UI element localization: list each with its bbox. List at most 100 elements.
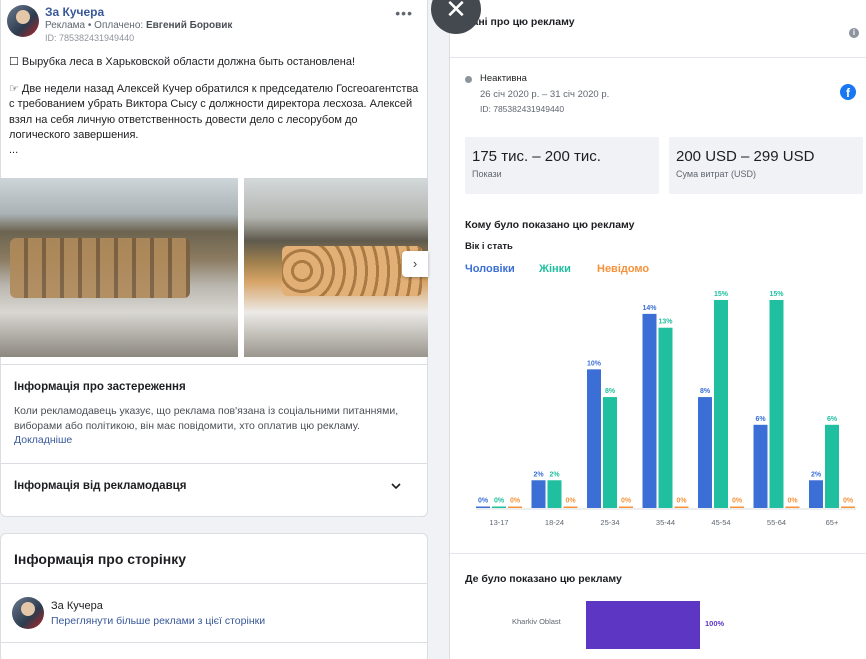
post-photo-1[interactable]	[0, 178, 238, 357]
bar-value-label: 0%	[621, 498, 632, 505]
x-tick-label: 35-44	[656, 518, 675, 527]
page-avatar[interactable]	[7, 5, 39, 37]
divider	[0, 642, 428, 643]
bar-unknown-18-24[interactable]	[563, 506, 578, 509]
disclaimer-body: Коли рекламодавець указує, що реклама по…	[14, 405, 399, 432]
bar-men-45-54[interactable]	[698, 397, 712, 508]
date-range: 26 січ 2020 р. – 31 січ 2020 р.	[480, 89, 610, 100]
bar-men-18-24[interactable]	[531, 480, 546, 508]
bar-women-13-17[interactable]	[492, 506, 506, 509]
age-gender-chart: 0% 0% 0% 13-17 2% 2% 0% 18-24 10% 8% 0% 25-34 14%13%…	[476, 291, 856, 527]
bar-men-13-17[interactable]	[476, 506, 490, 509]
sponsored-line: Реклама • Оплачено: Евгений Боровик	[45, 20, 232, 31]
carousel-next-icon[interactable]: ›	[402, 251, 428, 277]
x-tick-label: 13-17	[489, 518, 508, 527]
legend-women[interactable]: Жінки	[539, 263, 571, 275]
learn-more-link[interactable]: Докладніше	[14, 434, 72, 446]
bar-value-label: 2%	[533, 471, 544, 478]
age-gender-title: Вік і стать	[465, 241, 513, 252]
ad-id: ID: 785382431949440	[45, 33, 135, 43]
paid-by: Евгений Боровик	[145, 20, 233, 31]
bar-men-35-44[interactable]	[642, 313, 657, 508]
bar-unknown-25-34[interactable]	[619, 506, 633, 509]
impressions-value: 175 тис. – 200 тис.	[472, 148, 601, 165]
divider	[450, 553, 866, 554]
legend-men[interactable]: Чоловіки	[465, 263, 515, 275]
ad-library-view: За Кучера Реклама • Оплачено: Евгений Бо…	[0, 0, 866, 659]
bar-unknown-55-64[interactable]	[785, 506, 800, 509]
x-tick-label: 18-24	[545, 518, 564, 527]
page-name[interactable]: За Кучера	[51, 600, 103, 612]
x-tick-label: 25-34	[600, 518, 619, 527]
x-tick-label: 65+	[826, 518, 839, 527]
disclaimer-title: Інформація про застереження	[14, 381, 186, 393]
advertiser-info-toggle[interactable]: Інформація від рекламодавця	[14, 480, 186, 492]
sponsored-prefix: Реклама • Оплачено:	[45, 20, 144, 31]
left-column: За Кучера Реклама • Оплачено: Евгений Бо…	[0, 0, 428, 659]
status-dot-icon	[465, 76, 472, 83]
bar-value-label: 14%	[642, 305, 657, 312]
bar-value-label: 8%	[605, 388, 616, 395]
bar-women-55-64[interactable]	[769, 300, 784, 508]
bar-women-45-54[interactable]	[714, 300, 728, 508]
spend-value: 200 USD – 299 USD	[676, 148, 815, 165]
bar-value-label: 15%	[714, 291, 729, 298]
bar-men-65+[interactable]	[809, 480, 823, 508]
post-see-more[interactable]: ...	[9, 143, 419, 159]
chevron-down-icon[interactable]	[391, 481, 401, 491]
bar-unknown-13-17[interactable]	[508, 506, 522, 509]
bar-women-65+[interactable]	[825, 424, 839, 508]
post-photo-2[interactable]	[244, 178, 428, 357]
more-options-button[interactable]: •••	[395, 5, 413, 21]
impressions-label: Покази	[472, 169, 502, 179]
divider	[450, 57, 866, 58]
post-paragraph-2: ☞ Две недели назад Алексей Кучер обратил…	[9, 82, 419, 142]
facebook-icon: f	[840, 84, 856, 100]
see-more-ads-link[interactable]: Переглянути більше реклами з цієї сторін…	[51, 615, 265, 627]
bar-value-label: 0%	[732, 498, 743, 505]
bar-value-label: 0%	[510, 498, 521, 505]
x-tick-label: 45-54	[711, 518, 730, 527]
page-name-link[interactable]: За Кучера	[45, 5, 104, 19]
post-text: ☐ Вырубка леса в Харьковской области дол…	[9, 55, 419, 169]
info-icon[interactable]: i	[849, 28, 859, 38]
bar-value-label: 6%	[827, 416, 838, 423]
ad-id: ID: 785382431949440	[480, 104, 565, 114]
bar-value-label: 0%	[478, 498, 489, 505]
divider	[0, 583, 428, 584]
bar-women-18-24[interactable]	[547, 480, 562, 508]
bar-value-label: 0%	[565, 498, 576, 505]
bar-value-label: 15%	[769, 291, 784, 298]
panel-title: Дані про цю рекламу	[465, 16, 575, 28]
post-header: За Кучера Реклама • Оплачено: Евгений Бо…	[7, 5, 417, 45]
logs-pile-image	[282, 246, 422, 296]
bar-value-label: 0%	[843, 498, 854, 505]
region-label: Kharkiv Oblast	[512, 617, 561, 626]
logs-pile-image	[10, 238, 190, 298]
bar-value-label: 0%	[787, 498, 798, 505]
legend-unknown[interactable]: Невідомо	[597, 263, 649, 275]
bar-value-label: 0%	[494, 498, 505, 505]
audience-title: Кому було показано цю рекламу	[465, 219, 635, 231]
bar-men-25-34[interactable]	[587, 369, 601, 508]
bar-unknown-35-44[interactable]	[674, 506, 689, 509]
bar-women-35-44[interactable]	[658, 327, 673, 508]
bar-women-25-34[interactable]	[603, 397, 617, 508]
status-text: Неактивна	[480, 73, 527, 84]
bar-unknown-65+[interactable]	[841, 506, 855, 509]
bar-value-label: 10%	[587, 360, 602, 367]
disclaimer-text: Коли рекламодавець указує, що реклама по…	[14, 404, 399, 448]
page-avatar[interactable]	[12, 597, 44, 629]
bar-value-label: 8%	[700, 388, 711, 395]
region-percent: 100%	[705, 619, 725, 628]
divider	[0, 463, 428, 464]
divider	[0, 364, 428, 365]
x-tick-label: 55-64	[767, 518, 786, 527]
bar-men-55-64[interactable]	[753, 424, 768, 508]
bar-unknown-45-54[interactable]	[730, 506, 744, 509]
region-bar	[586, 601, 700, 649]
spend-box: 200 USD – 299 USD Сума витрат (USD)	[669, 137, 863, 194]
region-title: Де було показано цю рекламу	[465, 573, 622, 585]
post-paragraph-1: ☐ Вырубка леса в Харьковской области дол…	[9, 56, 356, 68]
ad-details-panel: Дані про цю рекламу i Неактивна 26 січ 2…	[449, 0, 866, 659]
